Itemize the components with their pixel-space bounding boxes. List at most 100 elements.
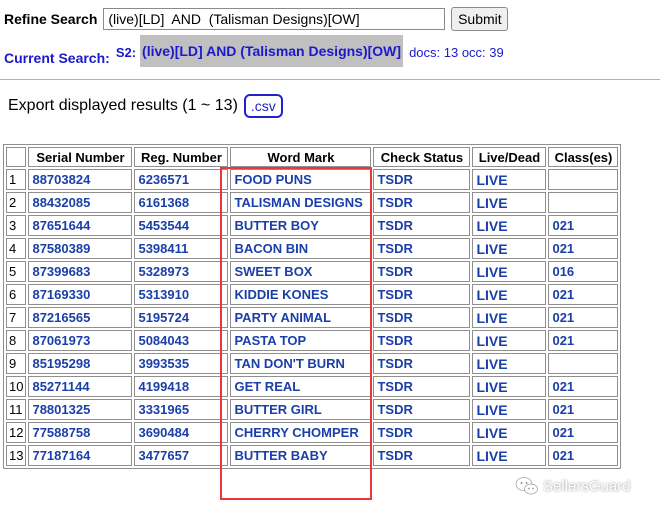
serial-number-link[interactable]: 87580389: [28, 238, 133, 259]
serial-number-link[interactable]: 88703824: [28, 169, 133, 190]
serial-number-link[interactable]: 77187164: [28, 445, 133, 466]
serial-number-link[interactable]: 87061973: [28, 330, 133, 351]
current-search: Current Search: S2: (live)[LD] AND (Tali…: [4, 35, 504, 69]
class-code: [548, 353, 619, 374]
live-status: LIVE: [472, 353, 547, 374]
word-mark-link[interactable]: CHERRY CHOMPER: [230, 422, 372, 443]
class-code: 021: [548, 330, 619, 351]
header-check-status: Check Status: [373, 147, 471, 167]
class-code: 021: [548, 215, 619, 236]
class-code: 021: [548, 399, 619, 420]
table-row: 13 77187164 3477657 BUTTER BABY TSDR LIVE 021: [6, 445, 619, 466]
live-status: LIVE: [472, 330, 547, 351]
table-row: 8 87061973 5084043 PASTA TOP TSDR LIVE 021: [6, 330, 619, 351]
reg-number-link[interactable]: 5328973: [134, 261, 229, 282]
word-mark-link[interactable]: TALISMAN DESIGNS: [230, 192, 372, 213]
word-mark-link[interactable]: GET REAL: [230, 376, 372, 397]
table-row: 2 88432085 6161368 TALISMAN DESIGNS TSDR LIVE: [6, 192, 619, 213]
class-code: 021: [548, 284, 619, 305]
results-body: 1 88703824 6236571 FOOD PUNS TSDR LIVE 2 884320…: [6, 169, 619, 466]
table-row: 1 88703824 6236571 FOOD PUNS TSDR LIVE: [6, 169, 619, 190]
class-code: [548, 169, 619, 190]
results-table: Serial Number Reg. Number Word Mark Check S…: [3, 144, 622, 469]
row-number: 5: [6, 261, 27, 282]
live-status: LIVE: [472, 261, 547, 282]
serial-number-link[interactable]: 78801325: [28, 399, 133, 420]
tsdr-link[interactable]: TSDR: [373, 353, 471, 374]
table-header-row: Serial Number Reg. Number Word Mark Check S…: [6, 147, 619, 167]
serial-number-link[interactable]: 85195298: [28, 353, 133, 374]
class-code: 016: [548, 261, 619, 282]
word-mark-link[interactable]: PARTY ANIMAL: [230, 307, 372, 328]
word-mark-link[interactable]: TAN DON'T BURN: [230, 353, 372, 374]
word-mark-link[interactable]: BUTTER GIRL: [230, 399, 372, 420]
live-status: LIVE: [472, 399, 547, 420]
tsdr-link[interactable]: TSDR: [373, 169, 471, 190]
reg-number-link[interactable]: 3477657: [134, 445, 229, 466]
row-number: 10: [6, 376, 27, 397]
tsdr-link[interactable]: TSDR: [373, 376, 471, 397]
row-number: 13: [6, 445, 27, 466]
current-query: (live)[LD] AND (Talisman Designs)[OW]: [140, 35, 404, 67]
word-mark-link[interactable]: FOOD PUNS: [230, 169, 372, 190]
class-code: 021: [548, 307, 619, 328]
export-row: Export displayed results (1 ~ 13) .csv: [8, 94, 283, 118]
refine-search-bar: Refine Search Submit: [4, 6, 509, 32]
word-mark-link[interactable]: BUTTER BABY: [230, 445, 372, 466]
word-mark-link[interactable]: SWEET BOX: [230, 261, 372, 282]
tsdr-link[interactable]: TSDR: [373, 238, 471, 259]
class-code: [548, 192, 619, 213]
reg-number-link[interactable]: 5398411: [134, 238, 229, 259]
class-code: 021: [548, 238, 619, 259]
tsdr-link[interactable]: TSDR: [373, 330, 471, 351]
serial-number-link[interactable]: 85271144: [28, 376, 133, 397]
word-mark-link[interactable]: PASTA TOP: [230, 330, 372, 351]
reg-number-link[interactable]: 6236571: [134, 169, 229, 190]
serial-number-link[interactable]: 87399683: [28, 261, 133, 282]
reg-number-link[interactable]: 6161368: [134, 192, 229, 213]
live-status: LIVE: [472, 215, 547, 236]
reg-number-link[interactable]: 3690484: [134, 422, 229, 443]
export-csv-button[interactable]: .csv: [243, 94, 283, 118]
header-reg-number: Reg. Number: [134, 147, 229, 167]
divider: [0, 79, 660, 80]
header-index: [6, 147, 27, 167]
tsdr-link[interactable]: TSDR: [373, 284, 471, 305]
live-status: LIVE: [472, 422, 547, 443]
serial-number-link[interactable]: 88432085: [28, 192, 133, 213]
word-mark-link[interactable]: BUTTER BOY: [230, 215, 372, 236]
serial-number-link[interactable]: 87216565: [28, 307, 133, 328]
reg-number-link[interactable]: 5453544: [134, 215, 229, 236]
class-code: 021: [548, 422, 619, 443]
word-mark-link[interactable]: BACON BIN: [230, 238, 372, 259]
reg-number-link[interactable]: 5084043: [134, 330, 229, 351]
tsdr-link[interactable]: TSDR: [373, 307, 471, 328]
search-input[interactable]: [103, 8, 446, 30]
submit-button[interactable]: Submit: [451, 7, 509, 31]
reg-number-link[interactable]: 4199418: [134, 376, 229, 397]
class-code: 021: [548, 376, 619, 397]
tsdr-link[interactable]: TSDR: [373, 215, 471, 236]
tsdr-link[interactable]: TSDR: [373, 192, 471, 213]
table-row: 6 87169330 5313910 KIDDIE KONES TSDR LIVE 021: [6, 284, 619, 305]
live-status: LIVE: [472, 169, 547, 190]
serial-number-link[interactable]: 87651644: [28, 215, 133, 236]
table-row: 12 77588758 3690484 CHERRY CHOMPER TSDR LIVE 0…: [6, 422, 619, 443]
reg-number-link[interactable]: 5195724: [134, 307, 229, 328]
reg-number-link[interactable]: 5313910: [134, 284, 229, 305]
table-row: 5 87399683 5328973 SWEET BOX TSDR LIVE 016: [6, 261, 619, 282]
live-status: LIVE: [472, 192, 547, 213]
word-mark-link[interactable]: KIDDIE KONES: [230, 284, 372, 305]
tsdr-link[interactable]: TSDR: [373, 261, 471, 282]
tsdr-link[interactable]: TSDR: [373, 399, 471, 420]
row-number: 2: [6, 192, 27, 213]
row-number: 4: [6, 238, 27, 259]
reg-number-link[interactable]: 3993535: [134, 353, 229, 374]
serial-number-link[interactable]: 87169330: [28, 284, 133, 305]
tsdr-link[interactable]: TSDR: [373, 445, 471, 466]
class-code: 021: [548, 445, 619, 466]
tsdr-link[interactable]: TSDR: [373, 422, 471, 443]
serial-number-link[interactable]: 77588758: [28, 422, 133, 443]
row-number: 1: [6, 169, 27, 190]
reg-number-link[interactable]: 3331965: [134, 399, 229, 420]
